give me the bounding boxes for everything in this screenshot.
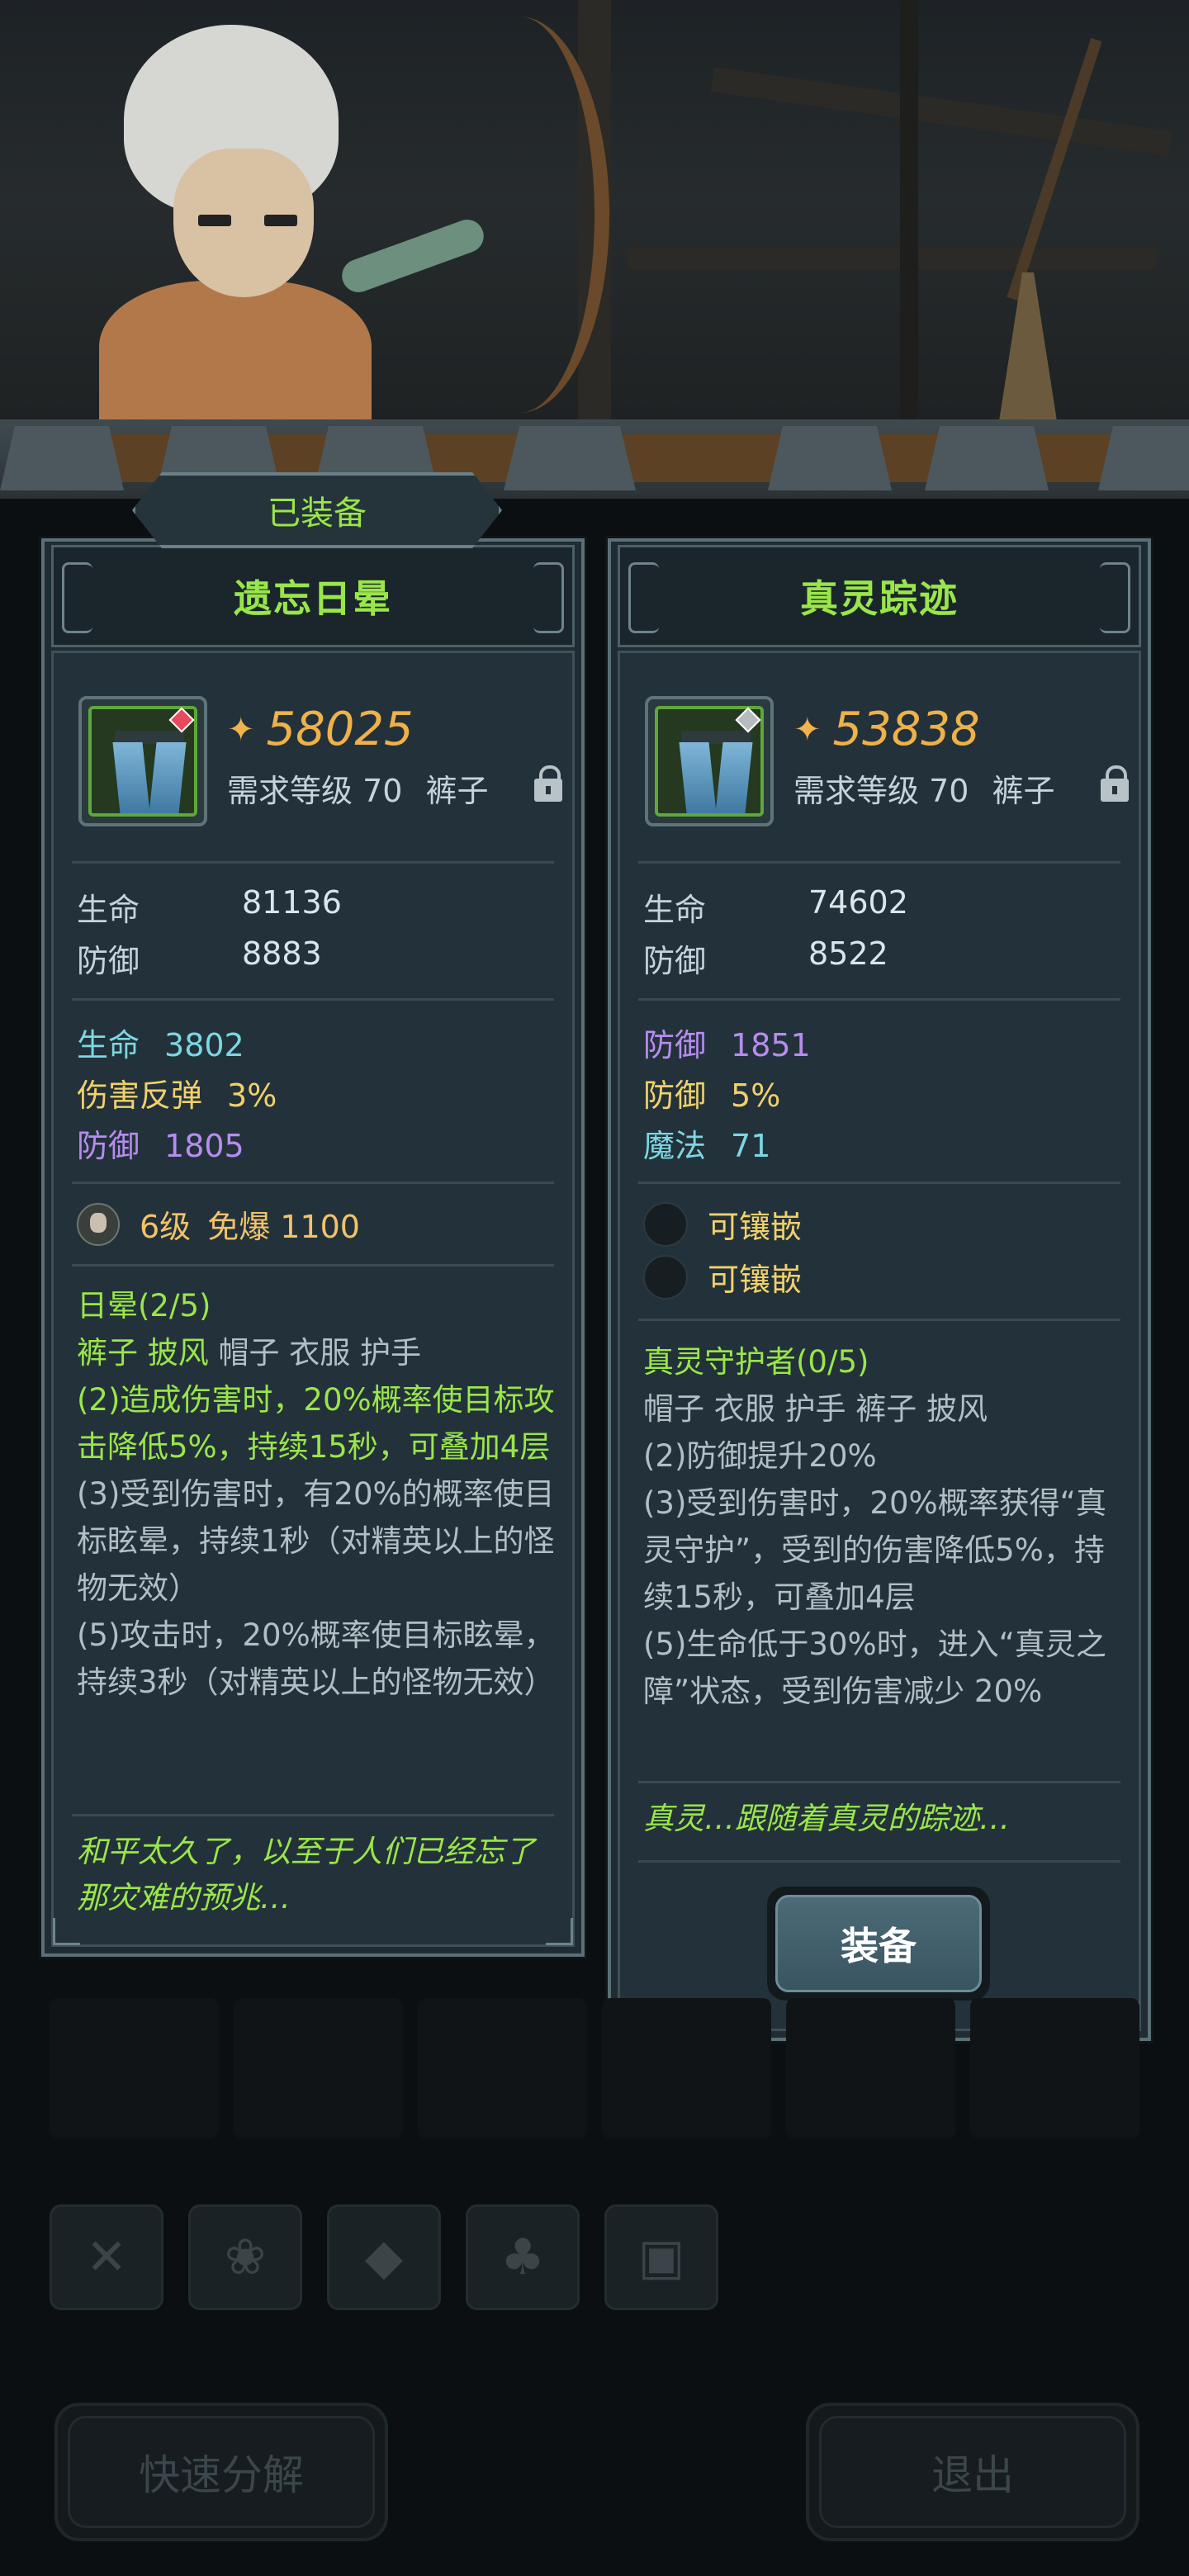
divider <box>72 1264 554 1267</box>
equipped-tab: 已装备 <box>132 472 502 548</box>
base-stat-row: 生命 74602 <box>643 884 908 928</box>
item-score: ✦ 53838 <box>793 703 980 756</box>
divider <box>638 861 1120 864</box>
equipped-item-card: 遗忘日晕 ✦ 58025 需求等级 70 裤子 生命81136 防御8883 <box>41 538 585 1957</box>
divider <box>72 998 554 1001</box>
empty-socket[interactable]: 可镶嵌 <box>643 1254 802 1300</box>
rarity-gem-icon <box>168 707 195 733</box>
pants-icon <box>678 731 754 813</box>
set-effect: (3)受到伤害时，有20%的概率使目标眩晕，持续1秒（对精英以上的怪物无效） <box>77 1476 555 1606</box>
equip-button-label: 装备 <box>841 1924 917 1968</box>
set-description: 日晕(2/5) 裤子 披风 帽子 衣服 护手 (2)造成伤害时，20%概率使目标… <box>77 1282 556 1706</box>
gem-filter-icon[interactable]: ◆ <box>327 2204 441 2310</box>
wood-beam <box>710 67 1172 156</box>
level-requirement: 需求等级 70 <box>793 773 969 809</box>
exit-button[interactable]: 退出 <box>806 2403 1139 2541</box>
equip-button[interactable]: 装备 <box>767 1887 990 2001</box>
set-pieces-inactive: 帽子 衣服 护手 <box>218 1335 422 1371</box>
item-score: ✦ 58025 <box>227 703 414 756</box>
socket-label: 可镶嵌 <box>708 1262 803 1298</box>
item-details: ✦ 58025 需求等级 70 裤子 生命 81136 防御 8883 生命 3802… <box>51 651 575 1947</box>
extra-stat-row: 伤害反弹 3% <box>77 1077 277 1114</box>
skull-gem-icon <box>77 1202 120 1246</box>
set-effect: (2)造成伤害时，20%概率使目标攻击降低5%，持续15秒，可叠加4层 <box>77 1382 555 1465</box>
set-effect: (5)攻击时，20%概率使目标眩晕，持续3秒（对精英以上的怪物无效） <box>77 1617 555 1700</box>
item-requirement: 需求等级 70 裤子 <box>227 765 502 811</box>
slot-type: 裤子 <box>425 773 489 809</box>
empty-socket[interactable]: 可镶嵌 <box>643 1201 802 1247</box>
score-value: 53838 <box>832 703 980 756</box>
divider <box>72 861 554 864</box>
gem-effect: 免爆 1100 <box>207 1209 360 1245</box>
equipped-label: 已装备 <box>268 495 367 533</box>
paw-filter-icon[interactable]: ❀ <box>188 2204 302 2310</box>
socketed-gem: 6级 免爆 1100 <box>77 1201 360 1247</box>
divider <box>72 1181 554 1184</box>
base-stat-row: 生命 81136 <box>77 884 342 928</box>
score-value: 58025 <box>266 703 414 756</box>
item-icon-box[interactable] <box>78 696 207 826</box>
socket-icon <box>643 1201 688 1247</box>
category-filter-bar: ✕ ❀ ◆ ♣ ▣ <box>50 2204 718 2310</box>
pants-icon <box>111 731 187 813</box>
divider <box>638 1181 1120 1184</box>
socket-label: 可镶嵌 <box>708 1209 803 1245</box>
leaf-filter-icon[interactable]: ♣ <box>466 2204 580 2310</box>
item-name: 真灵踪迹 <box>800 576 959 621</box>
slot-type: 裤子 <box>992 773 1055 809</box>
set-title: 真灵守护者(0/5) <box>643 1344 869 1380</box>
extra-stat-row: 魔法 71 <box>643 1128 771 1164</box>
set-effect: (3)受到伤害时，20%概率获得“真灵守护”，受到的伤害降低5%，持续15秒，可… <box>643 1485 1106 1615</box>
item-icon-box[interactable] <box>645 696 774 826</box>
hero-character <box>99 25 489 446</box>
extra-stat-row: 防御 1805 <box>77 1128 244 1164</box>
item-title-bar: 真灵踪迹 <box>618 545 1141 647</box>
gem-level: 6级 <box>140 1209 192 1245</box>
wood-beam <box>628 248 1156 269</box>
wood-pole <box>900 0 918 429</box>
quick-decompose-label: 快速分解 <box>139 2451 304 2499</box>
exit-label: 退出 <box>931 2451 1014 2499</box>
item-name: 遗忘日晕 <box>234 576 392 621</box>
socket-icon <box>643 1254 688 1300</box>
base-stat-row: 防御 8883 <box>77 935 322 979</box>
set-effect: (5)生命低于30%时，进入“真灵之障”状态，受到伤害减少 20% <box>643 1627 1106 1709</box>
set-pieces-active: 裤子 披风 <box>77 1335 209 1371</box>
flavor-text: 和平太久了，以至于人们已经忘了那灾难的预兆… <box>77 1834 535 1915</box>
set-title: 日晕(2/5) <box>77 1288 211 1324</box>
base-stat-row: 防御 8522 <box>643 935 888 979</box>
lock-icon[interactable] <box>534 765 562 802</box>
extra-stat-row: 防御 1851 <box>643 1027 811 1063</box>
flavor-text: 真灵…跟随着真灵的踪迹… <box>643 1801 1010 1836</box>
chest-filter-icon[interactable]: ▣ <box>604 2204 718 2310</box>
item-details: ✦ 53838 需求等级 70 裤子 生命 74602 防御 8522 防御 1851… <box>618 651 1141 2031</box>
level-requirement: 需求等级 70 <box>227 773 403 809</box>
inventory-grid <box>50 1998 1139 2138</box>
bow-icon <box>429 17 609 413</box>
item-requirement: 需求等级 70 裤子 <box>793 765 1068 811</box>
divider <box>72 1814 554 1816</box>
extra-stat-row: 防御 5% <box>643 1077 781 1114</box>
extra-stat-row: 生命 3802 <box>77 1027 244 1063</box>
rarity-gem-icon <box>735 707 761 733</box>
set-description: 真灵守护者(0/5) 帽子 衣服 护手 裤子 披风 (2)防御提升20% (3)… <box>643 1338 1122 1715</box>
weapon-filter-icon[interactable]: ✕ <box>50 2204 163 2310</box>
quick-decompose-button[interactable]: 快速分解 <box>54 2403 388 2541</box>
set-effect: (2)防御提升20% <box>643 1438 877 1474</box>
power-icon: ✦ <box>793 710 822 749</box>
item-title-bar: 遗忘日晕 <box>51 545 575 647</box>
divider <box>638 1781 1120 1783</box>
set-pieces: 帽子 衣服 护手 裤子 披风 <box>643 1391 988 1427</box>
power-icon: ✦ <box>227 710 255 749</box>
divider <box>638 1319 1120 1321</box>
compare-item-card: 真灵踪迹 ✦ 53838 需求等级 70 裤子 生命74602 防御8522 <box>608 538 1151 2041</box>
lock-icon[interactable] <box>1101 765 1129 802</box>
divider <box>638 1860 1120 1863</box>
divider <box>638 998 1120 1001</box>
